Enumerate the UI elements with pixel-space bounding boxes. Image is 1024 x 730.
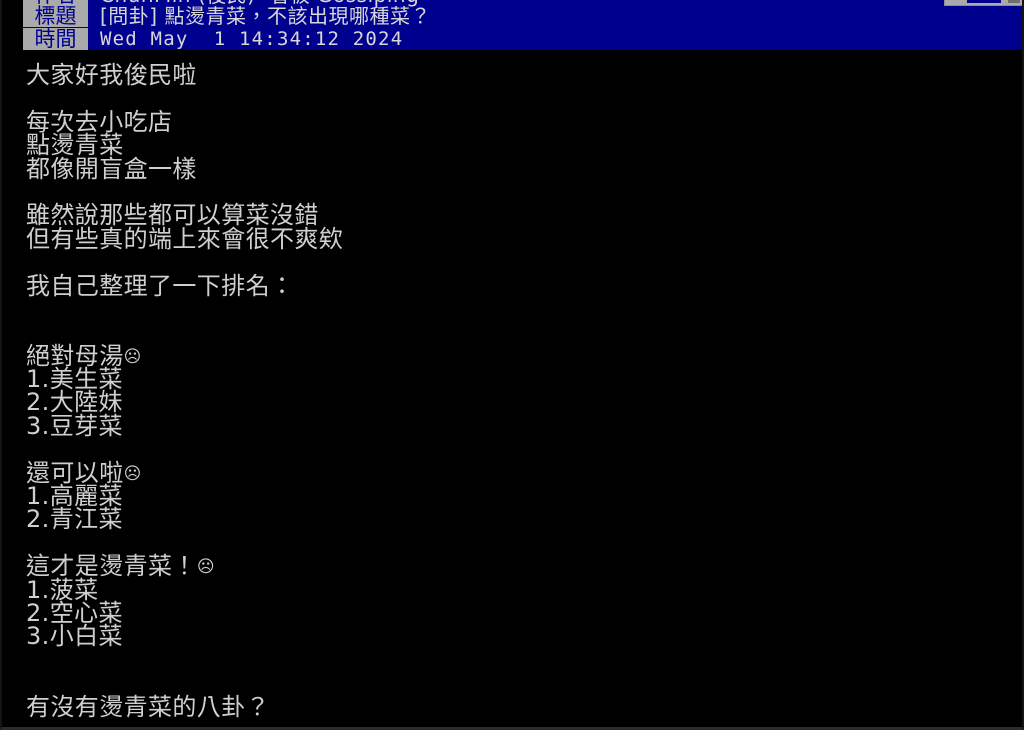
terminal-screen: 作者 ChunMin (俊民) 看板 Gossiping 標題 [問卦] 點燙青… (0, 0, 1024, 730)
article-blank-line (26, 251, 1022, 274)
article-line: 大家好我俊民啦 (26, 61, 197, 89)
article-line: 我自己整理了一下排名： (26, 271, 295, 300)
article-blank-line (26, 649, 1022, 672)
article-line: 但有些真的端上來會很不爽欸 (26, 224, 344, 253)
neutral-face-icon: ☹ (196, 557, 215, 578)
header-left-gutter (2, 0, 23, 50)
neutral-face-icon: ☹ (123, 346, 142, 367)
article-line: 1.美生菜 (26, 365, 123, 394)
article-blank-line (26, 438, 1022, 461)
header-time-value: Wed May 1 14:34:12 2024 (100, 27, 404, 50)
article-line: 還可以啦☹ (26, 458, 142, 487)
article-line: 2.大陸妹 (26, 388, 123, 417)
header-time-label: 時間 (23, 27, 88, 50)
article-line: 3.豆芽菜 (26, 411, 123, 440)
article-header-banner: 作者 ChunMin (俊民) 看板 Gossiping 標題 [問卦] 點燙青… (2, 0, 1022, 50)
article-blank-line (26, 298, 1022, 321)
header-time-row: 時間 Wed May 1 14:34:12 2024 (23, 27, 403, 50)
article-line: 3.小白菜 (26, 622, 123, 651)
article-line: 都像開盲盒一樣 (26, 154, 197, 183)
article-blank-line (26, 87, 1022, 110)
neutral-face-icon: ☹ (123, 463, 142, 484)
article-line: 2.空心菜 (26, 598, 123, 627)
article-line: 2.青江菜 (26, 505, 123, 534)
article-line: 1.菠菜 (26, 575, 99, 604)
article-line: 每次去小吃店 (26, 107, 173, 136)
corner-widget[interactable] (944, 0, 1022, 6)
article-blank-line (26, 321, 1022, 344)
header-title-label: 標題 (23, 4, 88, 27)
article-line: 1.高麗菜 (26, 482, 123, 511)
article-line: 有沒有燙青菜的八卦？ (26, 692, 270, 721)
corner-widget-bar (967, 0, 1001, 3)
header-title-value: [問卦] 點燙青菜，不該出現哪種菜？ (100, 3, 431, 28)
article-line: 這才是燙青菜！☹ (26, 552, 215, 581)
article-body: 大家好我俊民啦 每次去小吃店 點燙青菜 都像開盲盒一樣 雖然說那些都可以算菜沒錯 但有… (2, 50, 1022, 727)
article-line: 絕對母湯☹ (26, 341, 142, 370)
header-title-row: 標題 [問卦] 點燙青菜，不該出現哪種菜？ (23, 4, 431, 27)
corner-widget-dots-icon (1008, 0, 1020, 3)
